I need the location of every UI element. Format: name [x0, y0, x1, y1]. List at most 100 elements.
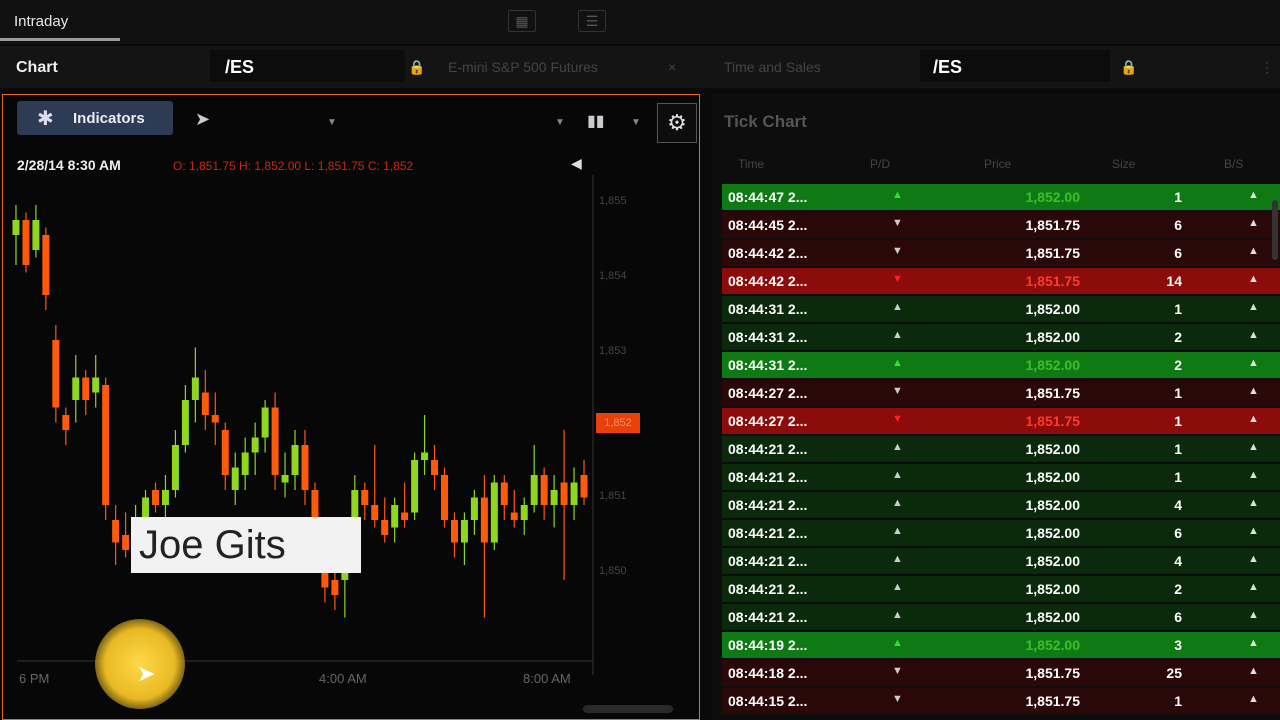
column-header-pd[interactable]: P/D — [870, 157, 890, 171]
tick-price: 1,851.75 — [1025, 693, 1081, 709]
candle-body — [401, 512, 409, 520]
candle-body — [112, 520, 120, 543]
tick-time: 08:44:31 2... — [728, 329, 808, 345]
horizontal-scrollbar[interactable] — [583, 705, 673, 713]
candles-icon[interactable]: ▮▮ — [587, 111, 605, 131]
tick-chart-title[interactable]: Tick Chart — [724, 112, 807, 132]
tick-row[interactable]: 08:44:42 2... ▼ 1,851.75 14 ▲ — [722, 268, 1280, 294]
candle-body — [450, 520, 458, 543]
x-tick: 4:00 AM — [319, 671, 367, 686]
arrow-down-icon: ▲ — [1248, 413, 1259, 425]
candle-body — [42, 235, 50, 295]
arrow-up-icon: ▲ — [892, 441, 903, 453]
layout-icon[interactable]: ▦ — [508, 10, 536, 32]
arrow-up-icon: ▲ — [1248, 497, 1259, 509]
tick-time: 08:44:21 2... — [728, 581, 808, 597]
chevron-down-icon[interactable]: ▼ — [631, 117, 641, 128]
pointer-icon[interactable]: ➤ — [195, 109, 210, 130]
arrow-up-icon: ▲ — [892, 609, 903, 621]
current-price-tag: 1,852 — [596, 413, 640, 433]
tick-row[interactable]: 08:44:31 2... ▲ 1,852.00 1 ▲ — [722, 296, 1280, 322]
tick-time: 08:44:42 2... — [728, 273, 808, 289]
ts-symbol[interactable]: /ES — [933, 57, 962, 78]
tick-price: 1,852.00 — [1025, 637, 1081, 653]
tick-row[interactable]: 08:44:27 2... ▼ 1,851.75 1 ▲ — [722, 380, 1280, 406]
vertical-scrollbar[interactable] — [1272, 200, 1278, 260]
lock-icon[interactable]: 🔒 — [408, 59, 425, 76]
candle-body — [231, 467, 239, 490]
top-bar: Intraday ▦ ☰ — [0, 0, 1280, 44]
chart-symbol[interactable]: /ES — [225, 57, 254, 78]
candle-body — [102, 385, 110, 505]
arrow-up-icon: ▲ — [892, 553, 903, 565]
tick-time: 08:44:21 2... — [728, 553, 808, 569]
candle-body — [52, 340, 60, 408]
chevron-down-icon[interactable]: ▼ — [555, 117, 565, 128]
arrow-up-icon: ▲ — [1248, 525, 1259, 537]
indicators-label: Indicators — [73, 110, 145, 127]
tick-row[interactable]: 08:44:31 2... ▲ 1,852.00 2 ▲ — [722, 324, 1280, 350]
candle-body — [480, 497, 488, 543]
tick-row[interactable]: 08:44:21 2... ▲ 1,852.00 4 ▲ — [722, 548, 1280, 574]
arrow-down-icon: ▲ — [1248, 245, 1259, 257]
column-header-price[interactable]: Price — [984, 157, 1011, 171]
tick-size: 3 — [1174, 637, 1182, 653]
tick-row[interactable]: 08:44:21 2... ▲ 1,852.00 6 ▲ — [722, 604, 1280, 630]
menu-icon[interactable]: ☰ — [578, 10, 606, 32]
candle-body — [251, 437, 259, 453]
tick-chart-panel[interactable]: Tick Chart Time P/D Price Size B/S 08:44… — [712, 94, 1280, 720]
candlestick-plot[interactable] — [3, 175, 699, 695]
chart-panel[interactable]: ✱ Indicators ➤ ▼ ▼ ▮▮ ▼ ⚙ 2/28/14 8:30 A… — [2, 94, 700, 720]
tick-price: 1,852.00 — [1025, 357, 1081, 373]
arrow-down-icon: ▼ — [892, 217, 903, 229]
tick-row[interactable]: 08:44:18 2... ▼ 1,851.75 25 ▲ — [722, 660, 1280, 686]
tick-row[interactable]: 08:44:47 2... ▲ 1,852.00 1 ▲ — [722, 184, 1280, 210]
tick-row[interactable]: 08:44:45 2... ▼ 1,851.75 6 ▲ — [722, 212, 1280, 238]
candle-body — [201, 392, 209, 415]
close-icon[interactable]: × — [668, 59, 676, 75]
tick-size: 2 — [1174, 357, 1182, 373]
tick-size: 1 — [1174, 693, 1182, 709]
tick-row[interactable]: 08:44:21 2... ▲ 1,852.00 4 ▲ — [722, 492, 1280, 518]
candle-body — [281, 475, 289, 483]
column-header-size[interactable]: Size — [1112, 157, 1135, 171]
tick-row[interactable]: 08:44:15 2... ▼ 1,851.75 1 ▲ — [722, 688, 1280, 714]
tick-size: 1 — [1174, 385, 1182, 401]
tab-intraday[interactable]: Intraday — [14, 13, 68, 30]
tick-price: 1,851.75 — [1025, 413, 1081, 429]
tick-time: 08:44:15 2... — [728, 693, 808, 709]
candle-body — [261, 407, 269, 438]
arrow-down-icon: ▼ — [892, 413, 903, 425]
tick-row[interactable]: 08:44:21 2... ▲ 1,852.00 2 ▲ — [722, 576, 1280, 602]
column-header-time[interactable]: Time — [738, 157, 764, 171]
arrow-down-icon: ▼ — [892, 273, 903, 285]
arrow-up-icon: ▲ — [1248, 189, 1259, 201]
arrow-up-icon: ▲ — [892, 329, 903, 341]
more-icon[interactable]: ⋮ — [1260, 59, 1274, 76]
tick-size: 1 — [1174, 301, 1182, 317]
tick-row[interactable]: 08:44:21 2... ▲ 1,852.00 1 ▲ — [722, 464, 1280, 490]
candle-body — [441, 475, 448, 520]
settings-gear-icon[interactable]: ⚙ — [657, 103, 697, 143]
candle-body — [361, 490, 369, 505]
lock-icon[interactable]: 🔒 — [1120, 59, 1137, 76]
play-left-icon[interactable]: ◀ — [571, 155, 582, 172]
tick-row[interactable]: 08:44:42 2... ▼ 1,851.75 6 ▲ — [722, 240, 1280, 266]
chevron-down-icon[interactable]: ▼ — [327, 117, 337, 128]
tick-row[interactable]: 08:44:19 2... ▲ 1,852.00 3 ▲ — [722, 632, 1280, 658]
tick-price: 1,852.00 — [1025, 441, 1081, 457]
tick-row[interactable]: 08:44:27 2... ▼ 1,851.75 1 ▲ — [722, 408, 1280, 434]
tick-size: 1 — [1174, 469, 1182, 485]
candle-body — [181, 400, 189, 445]
column-header-bs[interactable]: B/S — [1224, 157, 1243, 171]
arrow-up-icon: ▲ — [892, 301, 903, 313]
instrument-name: E-mini S&P 500 Futures — [448, 59, 598, 75]
indicators-button[interactable]: ✱ Indicators — [17, 101, 173, 135]
arrow-down-icon: ▼ — [892, 245, 903, 257]
tick-price: 1,852.00 — [1025, 189, 1081, 205]
candle-body — [530, 475, 538, 505]
tick-size: 1 — [1174, 189, 1182, 205]
tick-row[interactable]: 08:44:21 2... ▲ 1,852.00 6 ▲ — [722, 520, 1280, 546]
tick-row[interactable]: 08:44:21 2... ▲ 1,852.00 1 ▲ — [722, 436, 1280, 462]
tick-row[interactable]: 08:44:31 2... ▲ 1,852.00 2 ▲ — [722, 352, 1280, 378]
